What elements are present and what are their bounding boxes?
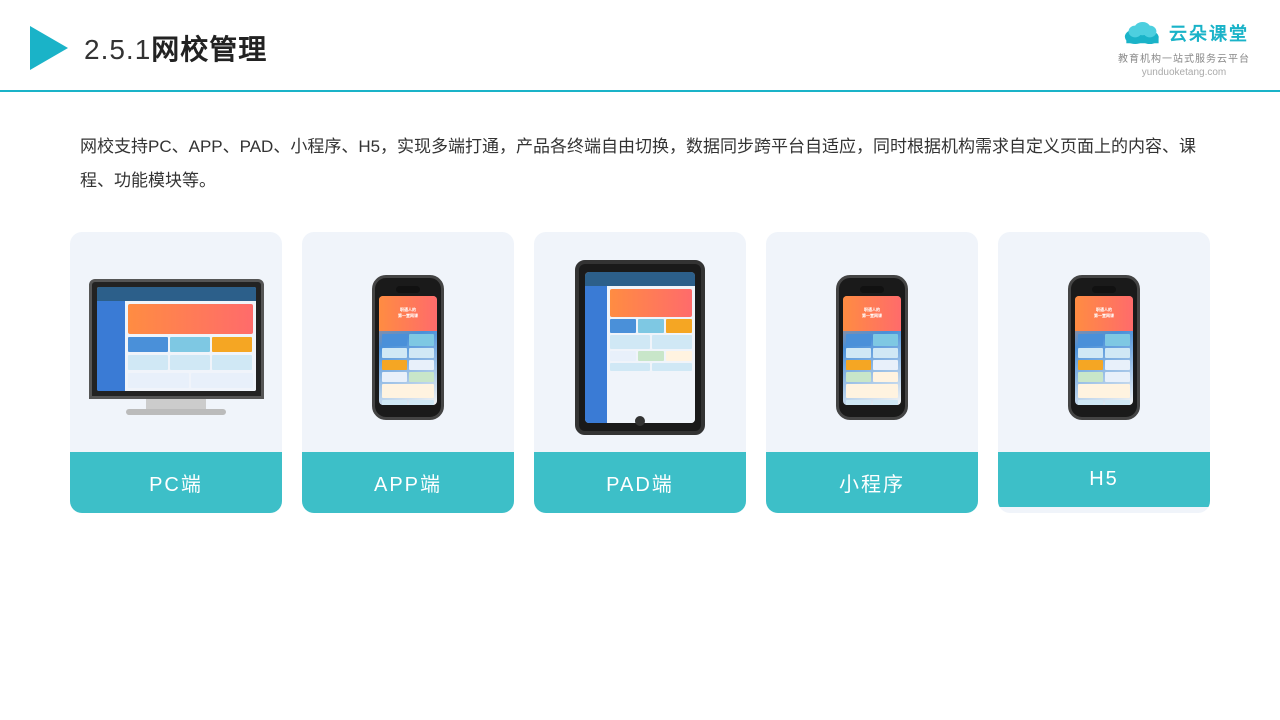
card-pc-label: PC端 xyxy=(70,452,282,513)
cloud-logo-container: 云朵课堂 xyxy=(1119,18,1249,48)
card-miniapp-image: 职通人的第一堂网课 xyxy=(766,232,978,452)
card-h5-image: 职通人的第一堂网课 xyxy=(998,232,1210,452)
pc-device-mockup xyxy=(89,279,264,415)
brand-name: 云朵课堂 xyxy=(1169,20,1249,46)
card-app: 职通人的第一堂网课 xyxy=(302,232,514,513)
card-pad-label: PAD端 xyxy=(534,452,746,513)
card-pad-image xyxy=(534,232,746,452)
card-pc: PC端 xyxy=(70,232,282,513)
brand-tagline: 教育机构一站式服务云平台 xyxy=(1118,50,1250,65)
cloud-icon xyxy=(1119,18,1163,48)
section-number: 2.5.1 xyxy=(84,34,151,65)
brand-logo: 云朵课堂 教育机构一站式服务云平台 yunduoketang.com xyxy=(1118,18,1250,78)
card-h5-label: H5 xyxy=(998,452,1210,507)
card-h5: 职通人的第一堂网课 xyxy=(998,232,1210,513)
device-cards-container: PC端 职通人的第一堂网课 xyxy=(0,222,1280,513)
app-device-mockup: 职通人的第一堂网课 xyxy=(372,275,444,420)
brand-url: yunduoketang.com xyxy=(1142,67,1227,78)
page-title: 2.5.1网校管理 xyxy=(84,28,267,68)
card-miniapp-label: 小程序 xyxy=(766,452,978,513)
description-text: 网校支持PC、APP、PAD、小程序、H5，实现多端打通，产品各终端自由切换，数… xyxy=(0,92,1280,222)
miniapp-device-mockup: 职通人的第一堂网课 xyxy=(836,275,908,420)
pad-device-mockup xyxy=(575,260,705,435)
arrow-logo-icon xyxy=(30,26,68,70)
title-text: 网校管理 xyxy=(151,34,267,65)
h5-device-mockup: 职通人的第一堂网课 xyxy=(1068,275,1140,420)
card-app-label: APP端 xyxy=(302,452,514,513)
card-pc-image xyxy=(70,232,282,452)
card-miniapp: 职通人的第一堂网课 xyxy=(766,232,978,513)
card-app-image: 职通人的第一堂网课 xyxy=(302,232,514,452)
page-header: 2.5.1网校管理 云朵课堂 教育机构一站式服务云平台 yunduoketang… xyxy=(0,0,1280,92)
card-pad: PAD端 xyxy=(534,232,746,513)
description-paragraph: 网校支持PC、APP、PAD、小程序、H5，实现多端打通，产品各终端自由切换，数… xyxy=(80,130,1200,198)
header-left: 2.5.1网校管理 xyxy=(30,26,267,70)
